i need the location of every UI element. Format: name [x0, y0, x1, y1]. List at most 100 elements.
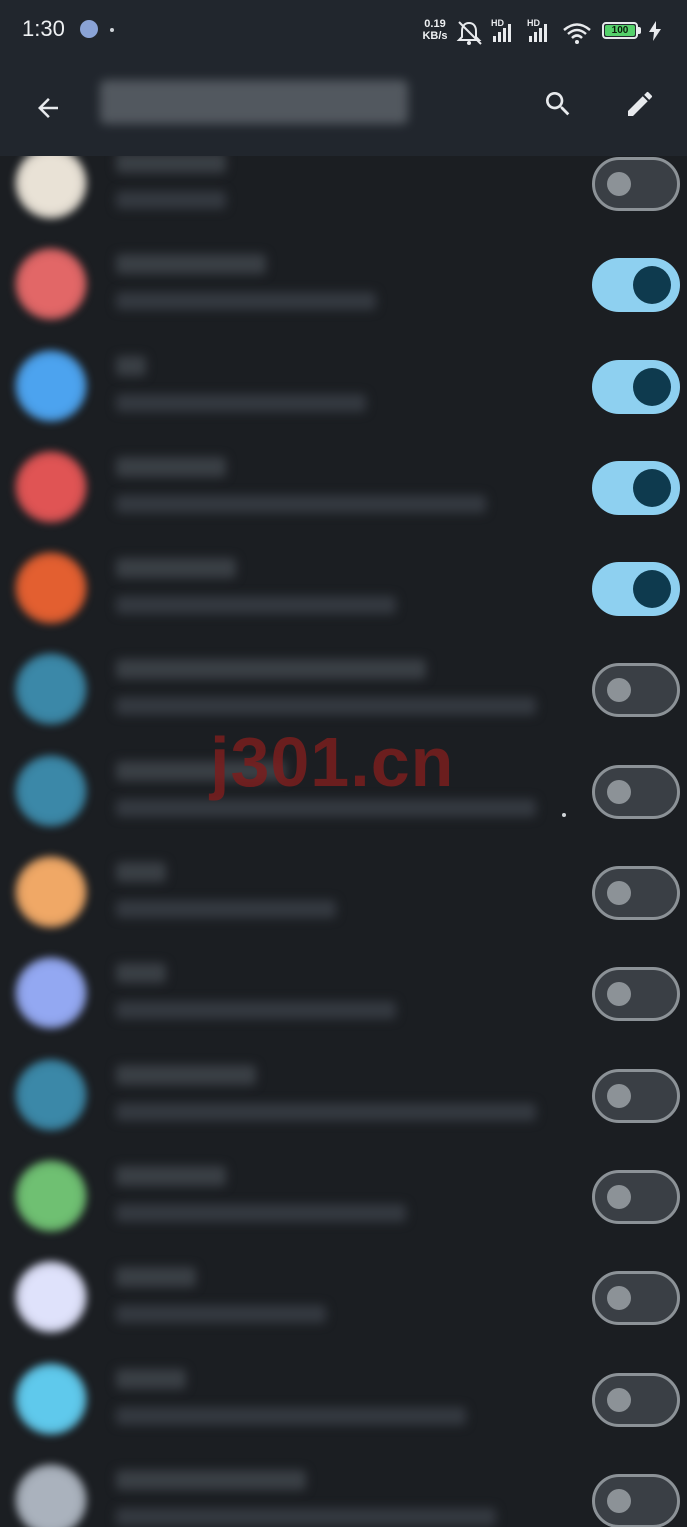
- app-name-redacted: [116, 254, 266, 275]
- app-icon: [15, 248, 87, 321]
- battery-icon: 100: [602, 22, 638, 39]
- edit-pencil-icon: [628, 91, 653, 116]
- app-toggle-switch[interactable]: [592, 866, 680, 921]
- app-toggle-switch[interactable]: [592, 1169, 680, 1224]
- app-toggle-switch[interactable]: [592, 1473, 680, 1527]
- toggle-knob: [607, 1387, 631, 1412]
- toggle-knob: [607, 1286, 631, 1311]
- app-icon: [15, 1159, 87, 1232]
- app-row[interactable]: [0, 538, 687, 639]
- app-row[interactable]: [0, 234, 687, 335]
- app-icon: [15, 856, 87, 929]
- toggle-knob: [607, 982, 631, 1007]
- status-time: 1:30: [22, 16, 65, 41]
- toggle-knob: [607, 779, 631, 804]
- app-icon: [15, 957, 87, 1030]
- app-description-redacted: [116, 1001, 396, 1020]
- face-icon: [80, 20, 98, 38]
- app-description-redacted: [116, 798, 536, 817]
- wifi-icon: [563, 23, 591, 44]
- app-name-redacted: [116, 1267, 196, 1288]
- back-button[interactable]: [24, 84, 72, 132]
- edit-button[interactable]: [616, 80, 664, 128]
- app-icon: [15, 754, 87, 827]
- app-toggle-switch[interactable]: [592, 1271, 680, 1326]
- app-toggle-switch[interactable]: [592, 1068, 680, 1123]
- network-speed-unit: KB/s: [422, 30, 448, 42]
- app-icon: [15, 653, 87, 726]
- app-toggle-switch[interactable]: [592, 1372, 680, 1427]
- app-description-redacted: [116, 1102, 536, 1121]
- app-toggle-switch[interactable]: [592, 967, 680, 1022]
- app-row[interactable]: [0, 1349, 687, 1450]
- battery-cap: [638, 27, 641, 34]
- app-row[interactable]: [0, 1146, 687, 1247]
- app-row[interactable]: [0, 1247, 687, 1348]
- mute-bell-icon: [456, 21, 482, 45]
- app-icon: [15, 552, 87, 625]
- app-description-redacted: [116, 596, 396, 615]
- app-description-redacted: [116, 900, 336, 919]
- battery-level: 100: [605, 25, 635, 36]
- app-row[interactable]: [0, 437, 687, 538]
- toggle-knob: [607, 678, 631, 703]
- app-icon: [15, 1261, 87, 1334]
- notification-dot-icon: [110, 28, 114, 32]
- app-name-redacted: [116, 659, 426, 680]
- app-name-redacted: [116, 963, 166, 984]
- app-description-redacted: [116, 191, 226, 209]
- back-arrow-icon: [38, 98, 58, 118]
- signal-hd-label-2: HD: [527, 18, 540, 28]
- app-name-redacted: [116, 1165, 226, 1186]
- app-toggle-switch[interactable]: [592, 258, 680, 313]
- app-name-redacted: [116, 1368, 186, 1389]
- search-icon: [546, 92, 570, 116]
- charging-icon: [649, 21, 661, 41]
- app-row[interactable]: [0, 639, 687, 740]
- app-name-redacted: [116, 355, 146, 376]
- toggle-knob: [607, 1184, 631, 1209]
- app-row[interactable]: [0, 741, 687, 842]
- app-toggle-switch[interactable]: [592, 562, 680, 617]
- app-icon: [15, 1058, 87, 1131]
- app-bar: [0, 62, 687, 156]
- app-icon: [15, 156, 87, 219]
- toggle-knob: [607, 1488, 631, 1513]
- toggle-knob: [633, 570, 671, 609]
- toggle-knob: [633, 266, 671, 305]
- app-toggle-switch[interactable]: [592, 764, 680, 819]
- stray-dot: [562, 813, 566, 817]
- toggle-knob: [607, 881, 631, 906]
- app-description-redacted: [116, 697, 536, 716]
- app-description-redacted: [116, 1507, 496, 1526]
- app-toggle-switch[interactable]: [592, 663, 680, 718]
- toggle-knob: [607, 1083, 631, 1108]
- app-toggle-switch[interactable]: [592, 157, 680, 211]
- app-list[interactable]: [0, 156, 687, 1527]
- app-name-redacted: [116, 760, 286, 781]
- app-name-redacted: [116, 862, 166, 883]
- app-icon: [15, 349, 87, 422]
- status-bar: 1:30 0.19 KB/s HD HD 100: [0, 0, 687, 62]
- app-row[interactable]: [0, 842, 687, 943]
- app-row[interactable]: [0, 156, 687, 234]
- app-toggle-switch[interactable]: [592, 359, 680, 414]
- app-description-redacted: [116, 292, 376, 311]
- app-description-redacted: [116, 393, 366, 412]
- signal-icon: HD: [491, 18, 511, 42]
- signal-icon-2: HD: [527, 18, 547, 42]
- app-row[interactable]: [0, 1045, 687, 1146]
- app-row[interactable]: [0, 1450, 687, 1527]
- app-name-redacted: [116, 456, 226, 477]
- network-speed: 0.19 KB/s: [418, 18, 452, 42]
- app-description-redacted: [116, 1406, 466, 1425]
- toggle-knob: [633, 468, 671, 507]
- app-name-redacted: [116, 156, 226, 173]
- search-button[interactable]: [534, 80, 582, 128]
- app-toggle-switch[interactable]: [592, 460, 680, 515]
- app-icon: [15, 1463, 87, 1527]
- app-row[interactable]: [0, 943, 687, 1044]
- app-row[interactable]: [0, 336, 687, 437]
- status-icons: HD HD: [456, 18, 591, 45]
- app-description-redacted: [116, 494, 486, 513]
